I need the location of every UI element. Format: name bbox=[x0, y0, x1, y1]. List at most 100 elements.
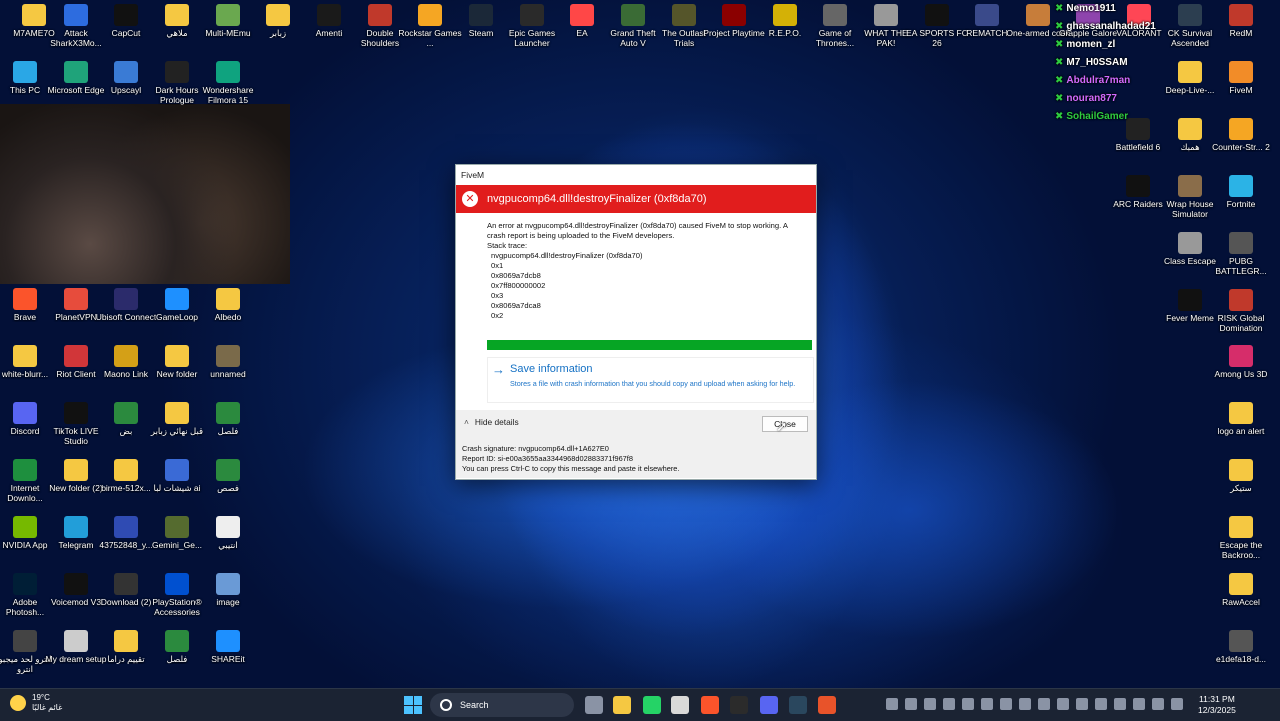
dialog-titlebar: FiveM bbox=[456, 165, 816, 185]
desktop-icon[interactable]: RawAccel bbox=[1209, 573, 1273, 607]
weather-desc: غائم غالبًا bbox=[32, 703, 63, 712]
app-icon bbox=[13, 630, 37, 652]
desktop-icon[interactable]: e1defa18-d... bbox=[1209, 630, 1273, 664]
desktop-icon-label: ستيكر bbox=[1230, 483, 1252, 493]
stack-frame: 0x7ff800000002 bbox=[491, 281, 546, 290]
save-information-button[interactable]: → Save information Stores a file with cr… bbox=[487, 357, 814, 403]
tray-icon[interactable] bbox=[1114, 698, 1126, 710]
app-icon bbox=[418, 4, 442, 26]
whatsapp-icon[interactable] bbox=[643, 696, 661, 714]
desktop-icon[interactable]: انتيبي bbox=[196, 516, 260, 550]
steam-icon[interactable] bbox=[789, 696, 807, 714]
app-icon bbox=[114, 573, 138, 595]
desktop-icon[interactable]: Among Us 3D bbox=[1209, 345, 1273, 379]
app-icon bbox=[13, 516, 37, 538]
app-icon bbox=[114, 345, 138, 367]
desktop-icon[interactable]: ستيكر bbox=[1209, 459, 1273, 493]
stack-frame: 0x8069a7dca8 bbox=[491, 301, 541, 310]
app-icon bbox=[13, 61, 37, 83]
tray-icon[interactable] bbox=[943, 698, 955, 710]
desktop-icon[interactable]: Fortnite bbox=[1209, 175, 1273, 209]
chat-message: ✖ Nemo1911 bbox=[1055, 0, 1185, 18]
desktop-icon[interactable]: فصص bbox=[196, 459, 260, 493]
stack-frame: nvgpucomp64.dll!destroyFinalizer (0xf8da… bbox=[491, 251, 643, 260]
desktop-icon[interactable]: SHAREit bbox=[196, 630, 260, 664]
file-explorer-icon[interactable] bbox=[613, 696, 631, 714]
hide-details-toggle[interactable]: ˄ Hide details bbox=[464, 417, 519, 427]
desktop-icon[interactable]: Escape the Backroo... bbox=[1209, 516, 1273, 560]
clock[interactable]: 11:31 PM 12/3/2025 bbox=[1198, 694, 1236, 716]
tray-icon[interactable] bbox=[981, 698, 993, 710]
tray-icon[interactable] bbox=[962, 698, 974, 710]
desktop-icon-label: image bbox=[216, 597, 240, 607]
desktop-icon[interactable]: image bbox=[196, 573, 260, 607]
tray-icon[interactable] bbox=[1133, 698, 1145, 710]
snipping-tool-icon[interactable] bbox=[671, 696, 689, 714]
app-icon bbox=[925, 4, 949, 26]
desktop-icon[interactable]: logo an alert bbox=[1209, 402, 1273, 436]
upload-progress-bar bbox=[487, 340, 812, 350]
taskbar-search[interactable]: Search bbox=[430, 693, 574, 717]
tray-icon[interactable] bbox=[886, 698, 898, 710]
tray-icon[interactable] bbox=[1019, 698, 1031, 710]
app-icon bbox=[1229, 402, 1253, 424]
app-icon bbox=[216, 516, 240, 538]
desktop-icon[interactable]: RedM bbox=[1209, 4, 1273, 38]
desktop-icon[interactable]: RISK Global Domination bbox=[1209, 289, 1273, 333]
app-icon bbox=[1229, 573, 1253, 595]
desktop-icon[interactable]: Wondershare Filmora 15 bbox=[196, 61, 260, 105]
app-icon bbox=[1229, 289, 1253, 311]
chat-message: ✖ ghassanalhadad21 bbox=[1055, 18, 1185, 36]
app-icon bbox=[216, 288, 240, 310]
discord-icon[interactable] bbox=[760, 696, 778, 714]
brave-icon[interactable] bbox=[701, 696, 719, 714]
save-information-desc: Stores a file with crash information tha… bbox=[510, 379, 796, 388]
app-icon bbox=[13, 402, 37, 424]
chat-username: momen_zl bbox=[1066, 39, 1116, 50]
badge-icon: ✖ bbox=[1055, 93, 1064, 104]
stack-frame: 0x3 bbox=[491, 291, 504, 300]
desktop-icon-label: e1defa18-d... bbox=[1215, 654, 1267, 664]
tray-icon[interactable] bbox=[1076, 698, 1088, 710]
desktop-icon[interactable]: فلصل bbox=[196, 402, 260, 436]
tray-icon[interactable] bbox=[1000, 698, 1012, 710]
desktop-icon[interactable]: PUBG BATTLEGR... bbox=[1209, 232, 1273, 276]
desktop-icon[interactable]: FiveM bbox=[1209, 61, 1273, 95]
app-icon bbox=[1178, 289, 1202, 311]
task-view-icon[interactable] bbox=[585, 696, 603, 714]
tray-icon[interactable] bbox=[1095, 698, 1107, 710]
badge-icon: ✖ bbox=[1055, 39, 1064, 50]
app-icon bbox=[216, 61, 240, 83]
app-icon bbox=[1229, 175, 1253, 197]
app-icon bbox=[1229, 345, 1253, 367]
tray-icon[interactable] bbox=[924, 698, 936, 710]
fivem-icon[interactable] bbox=[818, 696, 836, 714]
tray-icon[interactable] bbox=[1057, 698, 1069, 710]
desktop-icon-label: Wondershare Filmora 15 bbox=[202, 85, 254, 105]
desktop-icon[interactable]: Albedo bbox=[196, 288, 260, 322]
tray-icon[interactable] bbox=[905, 698, 917, 710]
stream-chat-overlay: ✖ Nemo1911 ✖ ghassanalhadad21 ✖ momen_zl ✖ M7_H… bbox=[1055, 0, 1185, 126]
app-icon bbox=[621, 4, 645, 26]
tray-icon[interactable] bbox=[1171, 698, 1183, 710]
chat-message: ✖ Abdulra7man bbox=[1055, 72, 1185, 90]
start-button-icon[interactable] bbox=[404, 696, 422, 714]
weather-widget[interactable]: 19°C غائم غالبًا bbox=[10, 693, 62, 713]
app-icon bbox=[1229, 61, 1253, 83]
app-icon bbox=[1229, 232, 1253, 254]
tray-icon[interactable] bbox=[1038, 698, 1050, 710]
badge-icon: ✖ bbox=[1055, 21, 1064, 32]
tray-icon[interactable] bbox=[1152, 698, 1164, 710]
stack-frame: 0x1 bbox=[491, 261, 504, 270]
app-icon bbox=[469, 4, 493, 26]
desktop-icon[interactable]: Counter-Str... 2 bbox=[1209, 118, 1273, 152]
error-message-text: An error at nvgpucomp64.dll!destroyFinal… bbox=[487, 221, 788, 240]
app-icon bbox=[13, 573, 37, 595]
terminal-icon[interactable] bbox=[730, 696, 748, 714]
arrow-right-icon: → bbox=[492, 362, 505, 377]
chat-username: M7_H0SSAM bbox=[1066, 57, 1128, 68]
app-icon bbox=[114, 459, 138, 481]
desktop-icon[interactable]: unnamed bbox=[196, 345, 260, 379]
app-icon bbox=[165, 288, 189, 310]
chat-username: Abdulra7man bbox=[1066, 75, 1131, 86]
